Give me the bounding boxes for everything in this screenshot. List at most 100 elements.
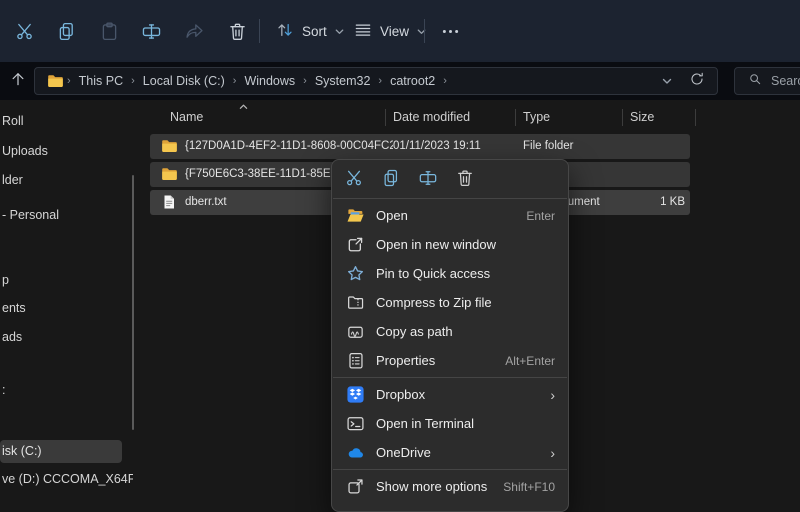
cut-button[interactable] — [7, 14, 41, 48]
share-button[interactable] — [177, 14, 211, 48]
toolbar: Sort View — [0, 0, 800, 62]
zip-folder-icon — [345, 293, 365, 312]
paste-icon — [99, 21, 120, 42]
onedrive-icon — [345, 443, 365, 462]
column-header-name[interactable]: Name — [170, 110, 203, 124]
view-dropdown[interactable]: View — [344, 14, 436, 48]
view-label: View — [380, 24, 409, 39]
sidebar-item-onedrive-personal[interactable]: - Personal — [2, 208, 59, 222]
sort-icon — [275, 20, 295, 43]
column-header-date-modified[interactable]: Date modified — [393, 110, 470, 124]
menu-item-open-in-new-window[interactable]: Open in new window — [332, 230, 568, 259]
submenu-chevron-icon: › — [550, 446, 555, 460]
more-options-icon — [440, 21, 461, 42]
sidebar-item-fragment[interactable]: p — [2, 273, 9, 287]
menu-item-onedrive[interactable]: OneDrive › — [332, 438, 568, 467]
breadcrumb-windows[interactable]: Windows — [240, 74, 299, 88]
delete-icon — [455, 168, 475, 193]
delete-icon — [227, 21, 248, 42]
cut-icon — [344, 168, 364, 193]
column-header-type[interactable]: Type — [523, 110, 550, 124]
context-menu: Open Enter Open in new window Pin to Qui… — [331, 159, 569, 512]
file-row-guid-folder-1[interactable]: {127D0A1D-4EF2-11D1-8608-00C04FC295... 0… — [150, 134, 690, 159]
menu-item-show-more-options[interactable]: Show more options Shift+F10 — [332, 472, 568, 501]
properties-icon — [345, 351, 365, 370]
rename-button[interactable] — [409, 165, 446, 195]
navigate-up-button[interactable] — [4, 68, 31, 95]
sort-ascending-indicator-icon — [238, 102, 249, 111]
copy-button[interactable] — [49, 14, 83, 48]
breadcrumb-separator: › — [63, 75, 75, 87]
folder-icon — [161, 138, 177, 154]
share-icon — [184, 21, 205, 42]
search-placeholder: Search — [771, 74, 800, 88]
sidebar-item-dvd-drive-d[interactable]: ve (D:) CCCOMA_X64FRE_E — [2, 472, 133, 486]
text-file-icon — [161, 194, 177, 210]
sidebar-item-camera-roll[interactable]: Roll — [2, 114, 24, 128]
copy-path-icon — [345, 322, 365, 341]
copy-icon — [56, 21, 77, 42]
see-more-button[interactable] — [433, 14, 467, 48]
file-name: {F750E6C3-38EE-11D1-85E5-00 — [185, 162, 354, 187]
breadcrumb-separator: › — [127, 75, 139, 87]
column-divider[interactable] — [695, 109, 696, 126]
sidebar-item-label: isk (C:) — [2, 440, 42, 463]
rename-icon — [141, 21, 162, 42]
file-name: dberr.txt — [185, 190, 227, 215]
rename-icon — [418, 168, 438, 193]
file-size: 1 KB — [595, 190, 685, 215]
file-date-modified: 01/11/2023 19:11 — [393, 134, 481, 159]
folder-open-icon — [345, 206, 365, 225]
file-explorer-window: Sort View — [0, 0, 800, 495]
sort-dropdown[interactable]: Sort — [266, 14, 354, 48]
column-divider[interactable] — [385, 109, 386, 126]
menu-item-dropbox[interactable]: Dropbox › — [332, 380, 568, 409]
breadcrumb-separator: › — [299, 75, 311, 87]
sidebar-scrollbar-thumb[interactable] — [132, 175, 134, 430]
breadcrumb-local-disk-c[interactable]: Local Disk (C:) — [139, 74, 229, 88]
breadcrumb-catroot2[interactable]: catroot2 — [386, 74, 439, 88]
sidebar-item-this-pc[interactable]: : — [2, 383, 5, 397]
menu-item-open-in-terminal[interactable]: Open in Terminal — [332, 409, 568, 438]
breadcrumb-system32[interactable]: System32 — [311, 74, 375, 88]
chevron-down-icon — [416, 26, 427, 37]
show-more-icon — [345, 477, 365, 496]
context-menu-quick-actions — [332, 164, 568, 196]
view-icon — [353, 20, 373, 43]
sidebar-item-local-disk-c-selected[interactable]: isk (C:) — [0, 440, 122, 463]
refresh-button[interactable] — [685, 69, 709, 93]
sidebar-item-uploads[interactable]: Uploads — [2, 144, 48, 158]
column-divider[interactable] — [515, 109, 516, 126]
menu-item-open[interactable]: Open Enter — [332, 201, 568, 230]
rename-button[interactable] — [134, 14, 168, 48]
submenu-chevron-icon: › — [550, 388, 555, 402]
copy-button[interactable] — [372, 165, 409, 195]
file-type: File folder — [523, 134, 574, 159]
menu-item-compress-to-zip[interactable]: Compress to Zip file — [332, 288, 568, 317]
column-divider[interactable] — [622, 109, 623, 126]
address-bar[interactable]: › This PC › Local Disk (C:) › Windows › … — [34, 67, 718, 95]
paste-button[interactable] — [92, 14, 126, 48]
delete-button[interactable] — [220, 14, 254, 48]
menu-item-properties[interactable]: Properties Alt+Enter — [332, 346, 568, 375]
column-header-size[interactable]: Size — [630, 110, 654, 124]
cut-button[interactable] — [335, 165, 372, 195]
search-box[interactable]: Search — [734, 67, 800, 95]
delete-button[interactable] — [446, 165, 483, 195]
address-bar-row: › This PC › Local Disk (C:) › Windows › … — [0, 62, 800, 100]
menu-shortcut: Shift+F10 — [503, 480, 555, 494]
menu-item-copy-as-path[interactable]: Copy as path — [332, 317, 568, 346]
pin-star-icon — [345, 264, 365, 283]
sidebar-item-folder[interactable]: lder — [2, 173, 23, 187]
menu-item-pin-to-quick-access[interactable]: Pin to Quick access — [332, 259, 568, 288]
breadcrumb-this-pc[interactable]: This PC — [75, 74, 127, 88]
menu-shortcut: Alt+Enter — [505, 354, 555, 368]
menu-divider — [333, 198, 567, 199]
sidebar-item-downloads[interactable]: ads — [2, 330, 22, 344]
sidebar-item-documents[interactable]: ents — [2, 301, 26, 315]
address-dropdown-button[interactable] — [655, 69, 679, 93]
sort-label: Sort — [302, 24, 327, 39]
dropbox-icon — [345, 385, 365, 404]
cut-icon — [14, 21, 35, 42]
menu-shortcut: Enter — [526, 209, 555, 223]
